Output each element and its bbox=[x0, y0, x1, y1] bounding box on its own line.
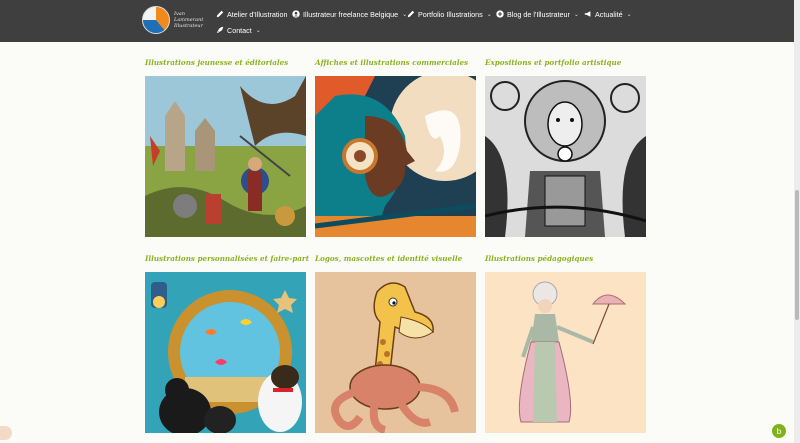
card-image-medieval-battle[interactable] bbox=[145, 76, 306, 237]
card-image-ink-steampunk[interactable] bbox=[485, 76, 646, 237]
portfolio-card-pedagogiques[interactable]: Illustrations pédagogiques bbox=[485, 254, 646, 433]
card-title[interactable]: Illustrations jeunesse et éditoriales bbox=[145, 58, 306, 70]
card-image-giraffe-mascot[interactable] bbox=[315, 272, 476, 433]
portfolio-card-affiches[interactable]: Affiches et illustrations commerciales bbox=[315, 58, 476, 237]
chevron-down-icon: ⌄ bbox=[573, 11, 579, 18]
logo-line-2: Illustrateur bbox=[174, 23, 203, 29]
nav-label: Atelier d'Illustration bbox=[227, 9, 288, 19]
portfolio-card-jeunesse[interactable]: Illustrations jeunesse et éditoriales bbox=[145, 58, 306, 237]
nav-label: Illustrateur freelance Belgique bbox=[303, 9, 399, 19]
nav-item-atelier[interactable]: Atelier d'Illustration bbox=[216, 7, 288, 21]
portfolio-card-expositions[interactable]: Expositions et portfolio artistique bbox=[485, 58, 646, 237]
nav-item-illustrateur-freelance[interactable]: Illustrateur freelance Belgique ⌄ bbox=[292, 7, 407, 21]
nav-item-blog[interactable]: Blog de l'Illustrateur ⌄ bbox=[496, 7, 579, 21]
nav-item-portfolio[interactable]: Portfolio Illustrations ⌄ bbox=[407, 7, 492, 21]
card-title[interactable]: Illustrations personnalisées et faire-pa… bbox=[145, 254, 309, 266]
nav-label: Portfolio Illustrations bbox=[418, 9, 483, 19]
logo-mark-icon bbox=[142, 6, 170, 34]
page-scrollbar[interactable] bbox=[794, 0, 800, 443]
logo-line-1: Ivan Lammerant bbox=[174, 11, 204, 23]
top-navigation-bar: Ivan Lammerant Illustrateur Atelier d'Il… bbox=[0, 0, 800, 42]
card-title[interactable]: Affiches et illustrations commerciales bbox=[315, 58, 476, 70]
nav-item-actualite[interactable]: Actualité ⌄ bbox=[584, 7, 632, 21]
logo-text: Ivan Lammerant Illustrateur bbox=[174, 11, 212, 29]
portfolio-card-logos[interactable]: Logos, mascottes et identité visuelle bbox=[315, 254, 476, 433]
rocket-icon bbox=[216, 26, 224, 33]
site-logo[interactable]: Ivan Lammerant Illustrateur bbox=[142, 5, 212, 35]
nav-label: Blog de l'Illustrateur bbox=[507, 9, 570, 19]
card-title[interactable]: Illustrations pédagogiques bbox=[485, 254, 646, 266]
chevron-down-icon: ⌄ bbox=[486, 11, 492, 18]
user-icon bbox=[292, 10, 300, 18]
pencil-icon bbox=[407, 10, 415, 18]
megaphone-icon bbox=[584, 11, 591, 17]
nav-label: Actualité bbox=[595, 9, 623, 19]
chat-icon: b bbox=[776, 426, 782, 436]
plus-circle-icon bbox=[496, 10, 504, 18]
portfolio-card-personnalisees[interactable]: Illustrations personnalisées et faire-pa… bbox=[145, 254, 309, 433]
pencil-icon bbox=[216, 10, 224, 18]
scrollbar-thumb[interactable] bbox=[795, 190, 799, 320]
nav-label: Contact bbox=[227, 25, 252, 35]
nav-item-contact[interactable]: Contact ⌄ bbox=[216, 23, 261, 37]
consent-badge-icon[interactable] bbox=[0, 426, 12, 440]
chevron-down-icon: ⌄ bbox=[255, 27, 261, 34]
card-title[interactable]: Expositions et portfolio artistique bbox=[485, 58, 646, 70]
chevron-down-icon: ⌄ bbox=[626, 11, 632, 18]
card-image-period-lady-parasol[interactable] bbox=[485, 272, 646, 433]
card-image-art-deco-woman[interactable] bbox=[315, 76, 476, 237]
card-title[interactable]: Logos, mascottes et identité visuelle bbox=[315, 254, 476, 266]
card-image-porthole-aquarium[interactable] bbox=[145, 272, 306, 433]
chat-button[interactable]: b bbox=[772, 424, 786, 438]
